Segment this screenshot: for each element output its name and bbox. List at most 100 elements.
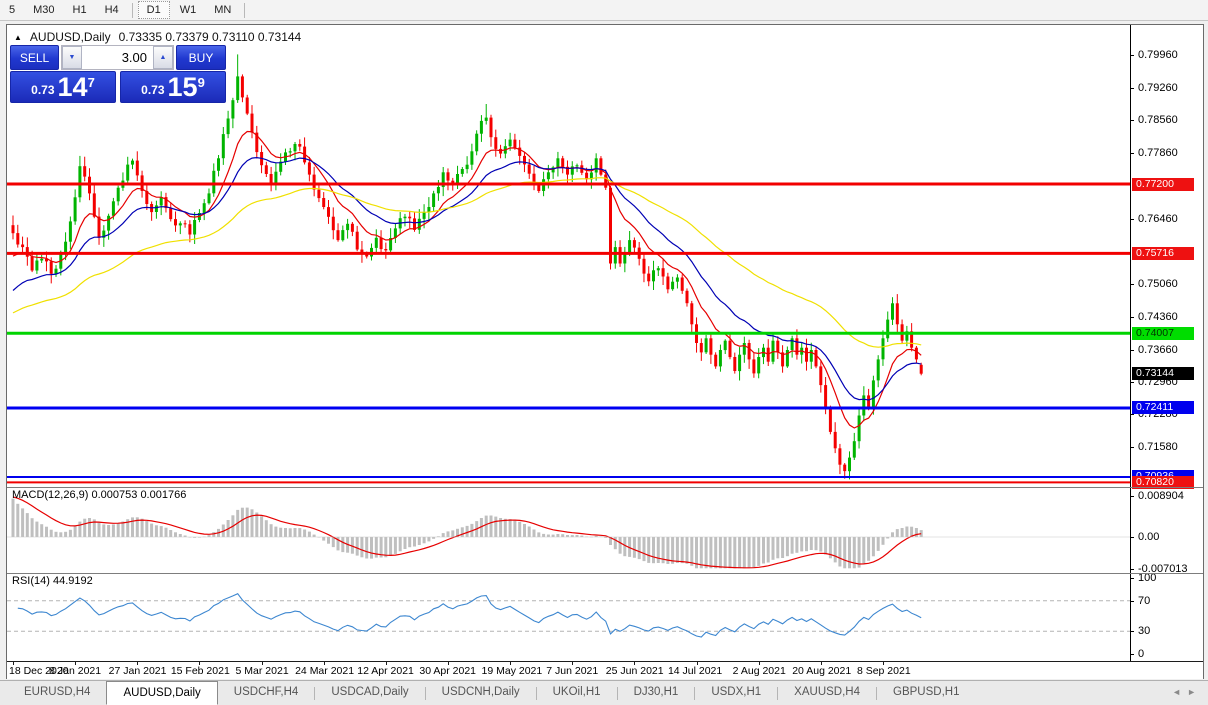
axis-tick-mark [1130, 600, 1134, 602]
price-line-badge: 0.72411 [1132, 401, 1194, 415]
tab-scroll-left-icon[interactable]: ◄ [1172, 687, 1187, 697]
tab-usdx-h1[interactable]: USDX,H1 [695, 681, 777, 705]
date-label: 14 Jul 2021 [667, 665, 723, 677]
toolbar-separator [131, 2, 133, 18]
timeframe-mn[interactable]: MN [206, 2, 239, 18]
macd-indicator-label: MACD(12,26,9) 0.000753 0.001766 [12, 489, 186, 501]
collapse-panel-icon[interactable]: ▲ [14, 33, 22, 42]
timeframe-h4[interactable]: H4 [97, 2, 127, 18]
date-label: 8 Sep 2021 [856, 665, 911, 677]
sell-price-big: 14 [57, 72, 88, 102]
macd-name: MACD(12,26,9) [12, 489, 89, 501]
macd-signal-value: 0.001766 [140, 489, 187, 501]
rsi-name: RSI(14) [12, 575, 50, 587]
date-tick-mark [447, 662, 449, 665]
axis-tick-mark [1130, 654, 1134, 655]
rsi-panel-separator[interactable] [7, 573, 1203, 574]
date-label: 2 Aug 2021 [732, 665, 786, 677]
date-label: 30 Apr 2021 [419, 665, 477, 677]
axis-tick-mark [1130, 218, 1134, 220]
price-tick: 0.73660 [1138, 343, 1178, 356]
date-tick-mark [510, 662, 512, 665]
lot-size-stepper: ▼ ▲ [61, 45, 174, 70]
price-axis: 0.79960 0.79260 0.78560 0.77860 0.76460 0.750… [1130, 25, 1203, 661]
chart-window: 0.79960 0.79260 0.78560 0.77860 0.76460 0.750… [6, 24, 1204, 679]
date-label: 24 Mar 2021 [295, 665, 355, 677]
date-label: 12 Apr 2021 [357, 665, 414, 677]
macd-main-value: 0.000753 [91, 489, 138, 501]
chart-plot-area[interactable] [7, 25, 1130, 661]
date-tick-mark [634, 662, 636, 665]
axis-tick-mark [1130, 153, 1134, 155]
price-tick: 0.79260 [1138, 81, 1178, 94]
price-tick: 0.71580 [1138, 440, 1178, 453]
current-price-badge: 0.73144 [1132, 367, 1194, 381]
tab-scroll-right-icon[interactable]: ► [1187, 687, 1202, 697]
axis-tick-mark [1130, 120, 1134, 122]
axis-tick-mark [1130, 578, 1134, 579]
date-tick-mark [696, 662, 698, 665]
axis-tick-mark [1130, 495, 1134, 497]
lot-decrease-button[interactable]: ▼ [62, 46, 82, 69]
date-tick-mark [572, 662, 574, 665]
tab-xauusd-h4[interactable]: XAUUSD,H4 [778, 681, 876, 705]
date-label: 8 Jan 2021 [49, 665, 102, 677]
axis-tick-mark [1130, 54, 1134, 56]
date-label: 5 Mar 2021 [235, 665, 289, 677]
axis-tick-mark [1130, 87, 1134, 89]
tab-eurusd-h4[interactable]: EURUSD,H4 [8, 681, 106, 705]
date-tick-mark [261, 662, 263, 665]
price-tick: 0.78560 [1138, 114, 1178, 127]
tab-scroll-arrows[interactable]: ◄► [1172, 687, 1202, 697]
axis-tick-mark [1130, 631, 1134, 633]
rsi-tick: 70 [1138, 594, 1151, 607]
date-tick-mark [323, 662, 325, 665]
buy-price-display[interactable]: 0.73 15 9 [120, 71, 226, 103]
date-tick-mark [758, 662, 760, 665]
axis-tick-mark [1130, 349, 1134, 351]
axis-tick-mark [1130, 284, 1134, 286]
timeframe-h1[interactable]: H1 [65, 2, 95, 18]
macd-panel-separator[interactable] [7, 487, 1203, 488]
date-tick-mark [385, 662, 387, 665]
tab-audusd-daily[interactable]: AUDUSD,Daily [106, 681, 218, 705]
macd-tick: 0.00 [1138, 531, 1160, 543]
timeframe-m30[interactable]: M30 [25, 2, 62, 18]
sell-button[interactable]: SELL [10, 45, 59, 70]
buy-price-big: 15 [167, 72, 198, 102]
lot-increase-button[interactable]: ▲ [153, 46, 173, 69]
price-tick: 0.79960 [1138, 48, 1178, 61]
date-label: 7 Jun 2021 [546, 665, 599, 677]
timeframe-w1[interactable]: W1 [172, 2, 205, 18]
time-axis: 18 Dec 2020 8 Jan 2021 27 Jan 2021 15 Feb 2… [7, 661, 1203, 679]
chart-header: ▲ AUDUSD,Daily 0.73335 0.73379 0.73110 0… [14, 30, 301, 44]
date-tick-mark [820, 662, 822, 665]
macd-tick: 0.008904 [1138, 489, 1184, 502]
price-tick: 0.77860 [1138, 147, 1178, 160]
chart-ohlc-values: 0.73335 0.73379 0.73110 0.73144 [118, 30, 302, 44]
buy-price-sup: 9 [197, 75, 205, 90]
date-label: 20 Aug 2021 [792, 665, 852, 677]
axis-tick-mark [1130, 537, 1134, 538]
toolbar-separator [244, 2, 246, 18]
price-line-badge: 0.74007 [1132, 326, 1194, 340]
tab-gbpusd-h1[interactable]: GBPUSD,H1 [877, 681, 975, 705]
rsi-indicator-label: RSI(14) 44.9192 [12, 575, 93, 587]
sell-price-display[interactable]: 0.73 14 7 [10, 71, 116, 103]
date-tick-mark [199, 662, 201, 665]
date-label: 15 Feb 2021 [170, 665, 230, 677]
price-tick: 0.76460 [1138, 212, 1178, 225]
tab-usdchf-h4[interactable]: USDCHF,H4 [218, 681, 315, 705]
tab-ukoil-h1[interactable]: UKOil,H1 [537, 681, 617, 705]
rsi-tick: 0 [1138, 648, 1145, 660]
tab-dj30-h1[interactable]: DJ30,H1 [618, 681, 695, 705]
chart-title: AUDUSD,Daily [29, 30, 111, 44]
date-label: 19 May 2021 [481, 665, 543, 677]
price-line-badge: 0.75716 [1132, 246, 1194, 260]
symbol-tab-bar: EURUSD,H4 AUDUSD,Daily USDCHF,H4 USDCAD,Dai… [0, 680, 1208, 705]
timeframe-d1[interactable]: D1 [137, 1, 170, 19]
tab-usdcad-daily[interactable]: USDCAD,Daily [315, 681, 424, 705]
tab-usdcnh-daily[interactable]: USDCNH,Daily [426, 681, 536, 705]
rsi-tick: 30 [1138, 625, 1151, 638]
timeframe-5[interactable]: 5 [1, 2, 23, 18]
